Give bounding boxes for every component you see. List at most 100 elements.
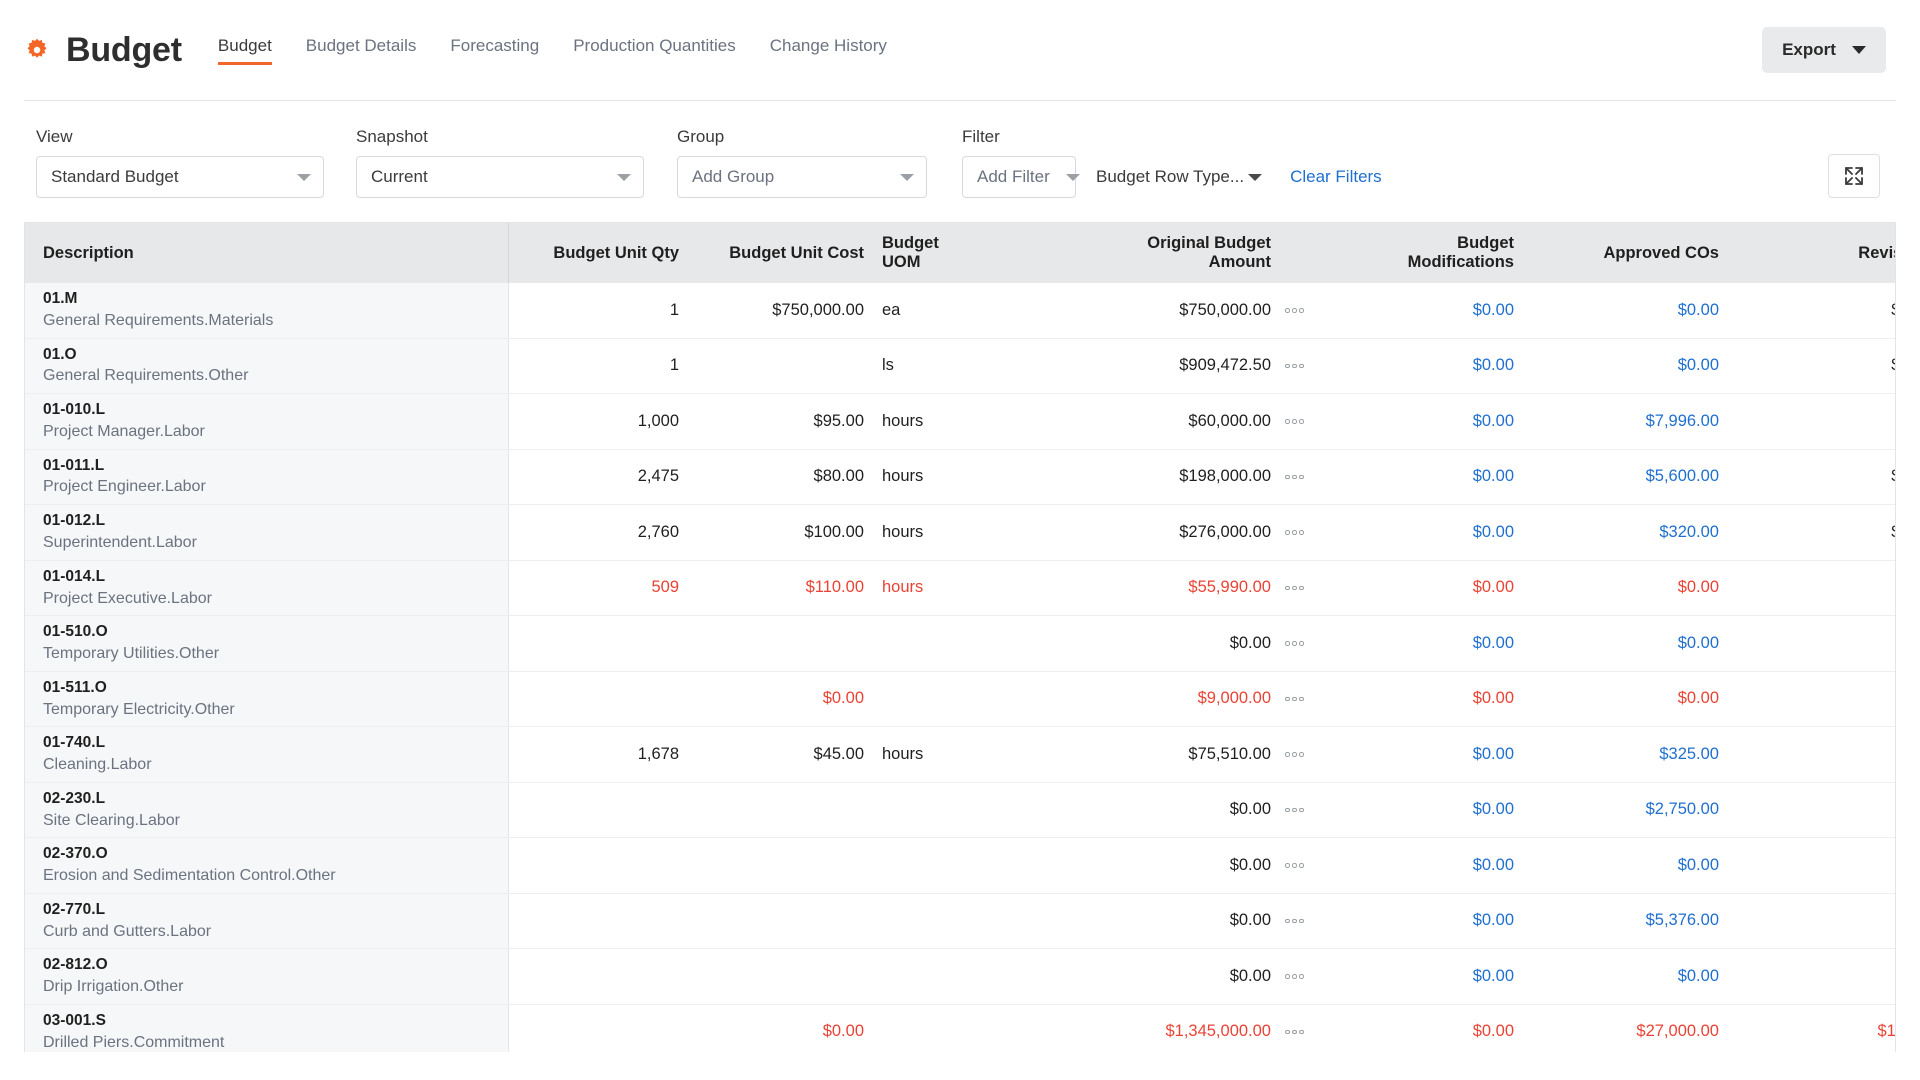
- cell-approved-cos[interactable]: $320.00: [1528, 504, 1733, 561]
- cell-approved-cos[interactable]: $27,000.00: [1528, 1004, 1733, 1052]
- row-options-icon[interactable]: [1285, 863, 1309, 868]
- row-description-cell[interactable]: 01.M General Requirements.Materials: [25, 283, 509, 339]
- budget-row-type-chip[interactable]: Budget Row Type...: [1096, 156, 1263, 198]
- clear-filters-link[interactable]: Clear Filters: [1290, 156, 1382, 198]
- row-description-cell[interactable]: 03-001.S Drilled Piers.Commitment: [25, 1004, 509, 1052]
- view-select[interactable]: Standard Budget: [36, 156, 324, 198]
- cell-cos-value[interactable]: $5,600.00: [1646, 467, 1719, 485]
- cell-approved-cos[interactable]: $5,600.00: [1528, 449, 1733, 506]
- table-row[interactable]: 01-740.L Cleaning.Labor 1,678 $45.00 hours $7…: [25, 726, 1895, 783]
- filter-select[interactable]: Add Filter: [962, 156, 1080, 198]
- table-row[interactable]: 01.O General Requirements.Other 1 ls $909,47…: [25, 338, 1895, 395]
- cell-mods-value[interactable]: $0.00: [1473, 967, 1514, 985]
- cell-cos-value[interactable]: $320.00: [1659, 523, 1719, 541]
- cell-mods-value[interactable]: $0.00: [1473, 412, 1514, 430]
- cell-approved-cos[interactable]: $0.00: [1528, 283, 1733, 339]
- cell-budget-modifications[interactable]: $0.00: [1323, 893, 1528, 950]
- row-options-icon[interactable]: [1285, 752, 1309, 757]
- cell-budget-modifications[interactable]: $0.00: [1323, 782, 1528, 839]
- row-options-icon[interactable]: [1285, 363, 1309, 369]
- cell-mods-value[interactable]: $0.00: [1473, 301, 1514, 319]
- row-description-cell[interactable]: 01.O General Requirements.Other: [25, 338, 509, 395]
- col-header-budget-modifications[interactable]: Budget Modifications: [1323, 223, 1528, 283]
- row-description-cell[interactable]: 01-012.L Superintendent.Labor: [25, 504, 509, 561]
- cell-approved-cos[interactable]: $7,996.00: [1528, 393, 1733, 450]
- cell-budget-modifications[interactable]: $0.00: [1323, 948, 1528, 1005]
- col-header-budget-unit-qty[interactable]: Budget Unit Qty: [508, 223, 693, 283]
- cell-mods-value[interactable]: $0.00: [1473, 745, 1514, 763]
- snapshot-select[interactable]: Current: [356, 156, 644, 198]
- cell-approved-cos[interactable]: $325.00: [1528, 726, 1733, 783]
- table-row[interactable]: 01.M General Requirements.Materials 1 $750,…: [25, 283, 1895, 339]
- table-row[interactable]: 01-511.O Temporary Electricity.Other $0.00…: [25, 671, 1895, 728]
- cell-mods-value[interactable]: $0.00: [1473, 356, 1514, 374]
- cell-budget-modifications[interactable]: $0.00: [1323, 837, 1528, 894]
- cell-approved-cos[interactable]: $0.00: [1528, 615, 1733, 672]
- row-options-icon[interactable]: [1285, 530, 1309, 535]
- tab-budget[interactable]: Budget: [217, 36, 272, 65]
- cell-cos-value[interactable]: $2,750.00: [1646, 800, 1719, 818]
- row-description-cell[interactable]: 01-511.O Temporary Electricity.Other: [25, 671, 509, 728]
- cell-cos-value[interactable]: $0.00: [1678, 689, 1719, 707]
- tab-budget-details[interactable]: Budget Details: [306, 36, 417, 65]
- table-row[interactable]: 02-230.L Site Clearing.Labor $0.00 $0.00 $2,…: [25, 782, 1895, 839]
- table-row[interactable]: 01-012.L Superintendent.Labor 2,760 $100.00…: [25, 504, 1895, 561]
- cell-cos-value[interactable]: $0.00: [1678, 356, 1719, 374]
- cell-budget-modifications[interactable]: $0.00: [1323, 283, 1528, 339]
- cell-budget-modifications[interactable]: $0.00: [1323, 560, 1528, 617]
- table-row[interactable]: 02-770.L Curb and Gutters.Labor $0.00 $0.00…: [25, 893, 1895, 950]
- row-description-cell[interactable]: 01-510.O Temporary Utilities.Other: [25, 615, 509, 672]
- cell-mods-value[interactable]: $0.00: [1473, 634, 1514, 652]
- export-button[interactable]: Export: [1762, 27, 1886, 73]
- cell-mods-value[interactable]: $0.00: [1473, 467, 1514, 485]
- group-select[interactable]: Add Group: [677, 156, 927, 198]
- cell-mods-value[interactable]: $0.00: [1473, 800, 1514, 818]
- cell-mods-value[interactable]: $0.00: [1473, 578, 1514, 596]
- row-description-cell[interactable]: 01-011.L Project Engineer.Labor: [25, 449, 509, 506]
- cell-mods-value[interactable]: $0.00: [1473, 1022, 1514, 1040]
- cell-budget-modifications[interactable]: $0.00: [1323, 615, 1528, 672]
- cell-approved-cos[interactable]: $0.00: [1528, 837, 1733, 894]
- col-header-approved-cos[interactable]: Approved COs: [1528, 223, 1733, 283]
- cell-cos-value[interactable]: $7,996.00: [1646, 412, 1719, 430]
- cell-budget-modifications[interactable]: $0.00: [1323, 1004, 1528, 1052]
- cell-approved-cos[interactable]: $2,750.00: [1528, 782, 1733, 839]
- col-header-original-budget-amount[interactable]: Original Budget Amount: [1013, 223, 1323, 283]
- row-description-cell[interactable]: 01-010.L Project Manager.Labor: [25, 393, 509, 450]
- cell-cos-value[interactable]: $0.00: [1678, 301, 1719, 319]
- row-options-icon[interactable]: [1285, 918, 1309, 924]
- cell-approved-cos[interactable]: $5,376.00: [1528, 893, 1733, 950]
- cell-cos-value[interactable]: $27,000.00: [1636, 1022, 1719, 1040]
- cell-budget-modifications[interactable]: $0.00: [1323, 504, 1528, 561]
- row-options-icon[interactable]: [1285, 696, 1309, 702]
- cell-budget-modifications[interactable]: $0.00: [1323, 393, 1528, 450]
- tab-change-history[interactable]: Change History: [770, 36, 887, 65]
- col-header-revised-budget[interactable]: Revised Budget: [1733, 223, 1895, 283]
- table-row[interactable]: 01-510.O Temporary Utilities.Other $0.00 $0…: [25, 615, 1895, 672]
- cell-cos-value[interactable]: $5,376.00: [1646, 911, 1719, 929]
- cell-budget-modifications[interactable]: $0.00: [1323, 726, 1528, 783]
- tab-forecasting[interactable]: Forecasting: [450, 36, 539, 65]
- cell-budget-modifications[interactable]: $0.00: [1323, 671, 1528, 728]
- table-row[interactable]: 02-812.O Drip Irrigation.Other $0.00 $0.00 $…: [25, 948, 1895, 1005]
- row-options-icon[interactable]: [1285, 974, 1309, 979]
- table-row[interactable]: 01-014.L Project Executive.Labor 509 $110.0…: [25, 560, 1895, 617]
- cell-mods-value[interactable]: $0.00: [1473, 689, 1514, 707]
- cell-mods-value[interactable]: $0.00: [1473, 911, 1514, 929]
- col-header-budget-uom[interactable]: Budget UOM: [878, 223, 1013, 283]
- cell-mods-value[interactable]: $0.00: [1473, 856, 1514, 874]
- row-options-icon[interactable]: [1285, 807, 1309, 813]
- cell-mods-value[interactable]: $0.00: [1473, 523, 1514, 541]
- row-description-cell[interactable]: 02-770.L Curb and Gutters.Labor: [25, 893, 509, 950]
- cell-cos-value[interactable]: $0.00: [1678, 856, 1719, 874]
- row-options-icon[interactable]: [1285, 419, 1309, 424]
- cell-approved-cos[interactable]: $0.00: [1528, 338, 1733, 395]
- row-options-icon[interactable]: [1285, 308, 1309, 313]
- table-row[interactable]: 01-010.L Project Manager.Labor 1,000 $95.00…: [25, 393, 1895, 450]
- row-options-icon[interactable]: [1285, 1029, 1309, 1035]
- cell-cos-value[interactable]: $0.00: [1678, 634, 1719, 652]
- tab-production-quantities[interactable]: Production Quantities: [573, 36, 736, 65]
- table-row[interactable]: 02-370.O Erosion and Sedimentation Contro…: [25, 837, 1895, 894]
- row-description-cell[interactable]: 01-740.L Cleaning.Labor: [25, 726, 509, 783]
- col-header-description[interactable]: Description: [25, 223, 509, 283]
